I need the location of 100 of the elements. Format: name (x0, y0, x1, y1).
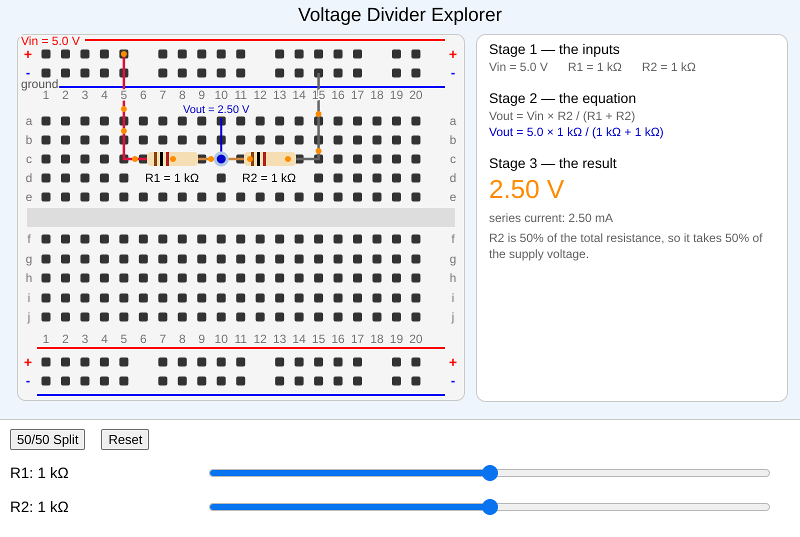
breadboard-hole (42, 116, 50, 126)
breadboard-hole (216, 294, 226, 302)
stage-heading: Stage 2 — the equation (489, 90, 638, 106)
plus-sign: + (448, 354, 458, 370)
explanation: R2 is 50% of the total resistance, so it takes 50% of the supply voltage. (489, 230, 764, 262)
breadboard-hole (353, 312, 362, 322)
breadboard-hole (353, 68, 362, 78)
column-number: 17 (350, 88, 364, 102)
row-letter: b (26, 133, 32, 147)
slider-thumb[interactable] (482, 499, 498, 515)
column-number: 11 (234, 88, 247, 102)
breadboard-hole (334, 192, 343, 202)
breadboard-hole (236, 312, 246, 322)
breadboard-hole (334, 312, 343, 322)
breadboard-hole (256, 234, 265, 244)
breadboard-hole (275, 136, 284, 144)
column-number: 14 (292, 88, 306, 102)
breadboard-hole (216, 274, 226, 282)
column-number: 20 (409, 88, 423, 102)
breadboard-hole (256, 254, 265, 264)
breadboard-hole (236, 68, 246, 78)
breadboard-hole (314, 192, 324, 202)
row-letter: h (450, 271, 456, 285)
column-number: 10 (214, 88, 228, 102)
row-letter: i (28, 291, 30, 305)
column-number: 15 (312, 332, 326, 346)
breadboard-hole (42, 376, 50, 386)
breadboard-hole (216, 192, 226, 202)
breadboard-hole (314, 312, 324, 322)
vin-label: Vin = 5.0 V (21, 34, 80, 48)
minus-sign: - (26, 65, 30, 80)
breadboard-hole (334, 136, 343, 144)
breadboard-hole (334, 68, 343, 78)
stage-heading: Stage 3 — the result (489, 155, 618, 171)
breadboard-hole (216, 376, 226, 386)
breadboard-hole (256, 116, 265, 126)
breadboard-hole (275, 312, 284, 322)
breadboard-hole (294, 274, 304, 282)
breadboard-hole (42, 274, 50, 282)
breadboard-hole (294, 294, 304, 302)
column-number: 4 (101, 332, 108, 346)
breadboard-hole (42, 136, 50, 144)
breadboard-hole (275, 358, 284, 366)
vout-label: Vout = 2.50 V (183, 104, 250, 116)
breadboard-hole (314, 294, 324, 302)
breadboard-hole (334, 234, 343, 244)
breadboard-hole (275, 294, 284, 302)
breadboard-hole (294, 68, 304, 78)
breadboard-hole (256, 274, 265, 282)
column-number: 16 (331, 88, 345, 102)
breadboard-hole (275, 274, 284, 282)
breadboard-hole (256, 192, 265, 202)
column-number: 8 (178, 332, 186, 346)
resistor-label: R1 = 1 kΩ (145, 171, 199, 185)
column-number: 12 (254, 332, 267, 346)
input-value: R2 = 1 kΩ (642, 60, 696, 74)
breadboard-hole (334, 116, 343, 126)
breadboard-hole (294, 376, 304, 386)
breadboard-hole (314, 50, 324, 58)
junction-dot (316, 148, 322, 154)
breadboard-hole (294, 312, 304, 322)
breadboard-hole (236, 254, 246, 264)
breadboard-hole (42, 312, 50, 322)
breadboard-hole (236, 294, 246, 302)
junction-dot (170, 156, 176, 162)
resistor (147, 152, 198, 166)
breadboard-hole (216, 174, 226, 182)
column-number: 16 (331, 332, 345, 346)
breadboard-hole (42, 154, 50, 164)
junction-dot (316, 111, 322, 117)
row-letter: c (450, 152, 456, 166)
breadboard-hole (294, 50, 304, 58)
column-number: 1 (42, 332, 50, 346)
equation: Vout = Vin × R2 / (R1 + R2) (489, 109, 636, 123)
column-number: 3 (82, 332, 88, 346)
row-letter: h (26, 271, 32, 285)
breadboard-hole (353, 192, 362, 202)
slider-thumb[interactable] (482, 465, 498, 481)
action-button[interactable]: Reset (101, 429, 150, 450)
breadboard-hole (216, 50, 226, 58)
column-number: 13 (272, 88, 286, 102)
breadboard-hole (353, 116, 362, 126)
minus-sign: - (450, 65, 456, 80)
breadboard-hole (42, 254, 50, 264)
junction-dot (120, 106, 127, 112)
output-node-dot (214, 152, 229, 166)
junction-dot (132, 156, 138, 162)
breadboard-hole (294, 116, 304, 126)
breadboard-hole (256, 312, 265, 322)
breadboard-hole (275, 234, 284, 244)
stage-heading: Stage 1 — the inputs (489, 41, 621, 57)
breadboard-hole (42, 192, 50, 202)
breadboard-hole (294, 136, 304, 144)
breadboard-hole (294, 234, 304, 244)
series-current: series current: 2.50 mA (489, 211, 614, 225)
breadboard-hole (256, 294, 265, 302)
column-number: 18 (370, 332, 384, 346)
action-button[interactable]: 50/50 Split (10, 429, 86, 450)
breadboard-hole (353, 136, 362, 144)
breadboard-hole (236, 358, 246, 366)
